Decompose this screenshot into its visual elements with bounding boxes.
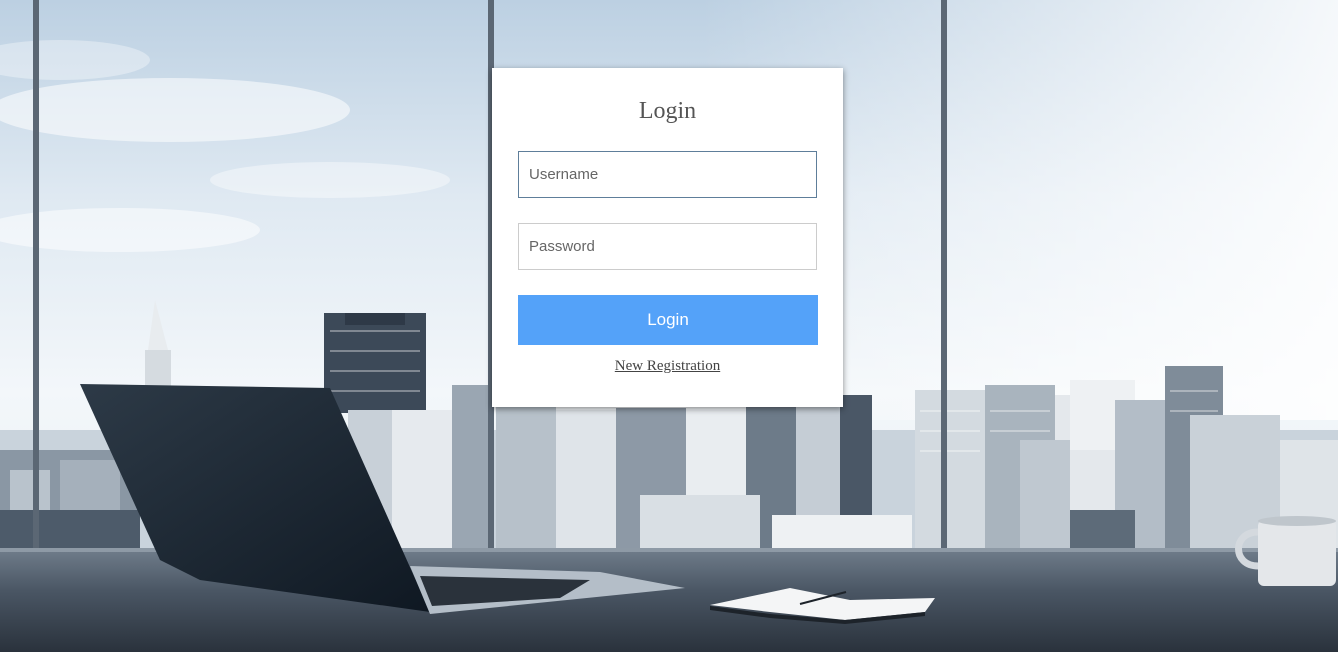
login-button[interactable]: Login: [518, 295, 818, 345]
login-card: Login Login New Registration: [492, 68, 843, 407]
new-registration-link[interactable]: New Registration: [492, 358, 843, 375]
login-title: Login: [638, 98, 697, 124]
username-input[interactable]: [518, 151, 817, 198]
password-input[interactable]: [518, 223, 817, 270]
login-page: Login Login New Registration: [0, 0, 1338, 652]
